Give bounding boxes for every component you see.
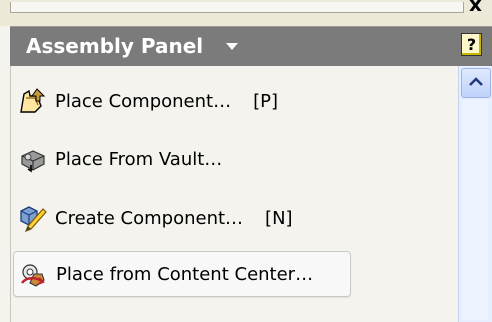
scrollbar[interactable] (458, 66, 492, 322)
place-from-vault-item[interactable]: Place From Vault… (13, 137, 349, 181)
panel-body: Place Component… [P] Place From Vault… C… (10, 66, 459, 322)
create-component-item[interactable]: Create Component… [N] (13, 196, 349, 240)
chevron-up-icon (469, 77, 483, 86)
panel-header[interactable]: Assembly Panel ? (10, 26, 492, 67)
create-component-label: Create Component… (55, 207, 244, 229)
place-from-content-center-item[interactable]: Place from Content Center… (13, 251, 351, 297)
create-component-icon (17, 203, 47, 233)
place-from-vault-label: Place From Vault… (55, 148, 223, 170)
place-from-vault-icon (17, 144, 47, 174)
top-frame (10, 2, 464, 13)
place-component-item[interactable]: Place Component… [P] (13, 79, 349, 123)
close-icon[interactable]: x (469, 0, 482, 14)
place-component-icon (17, 86, 47, 116)
scroll-up-button[interactable] (461, 68, 491, 98)
place-component-shortcut: [P] (253, 90, 278, 112)
panel-title[interactable]: Assembly Panel (26, 34, 203, 58)
help-icon[interactable]: ? (461, 33, 482, 56)
place-component-label: Place Component… (55, 90, 232, 112)
create-component-shortcut: [N] (265, 207, 293, 229)
scroll-track[interactable] (462, 100, 488, 320)
top-strip: x (0, 0, 492, 26)
content-center-icon (18, 259, 48, 289)
place-from-content-center-label: Place from Content Center… (56, 263, 314, 285)
chevron-down-icon[interactable] (226, 43, 238, 50)
